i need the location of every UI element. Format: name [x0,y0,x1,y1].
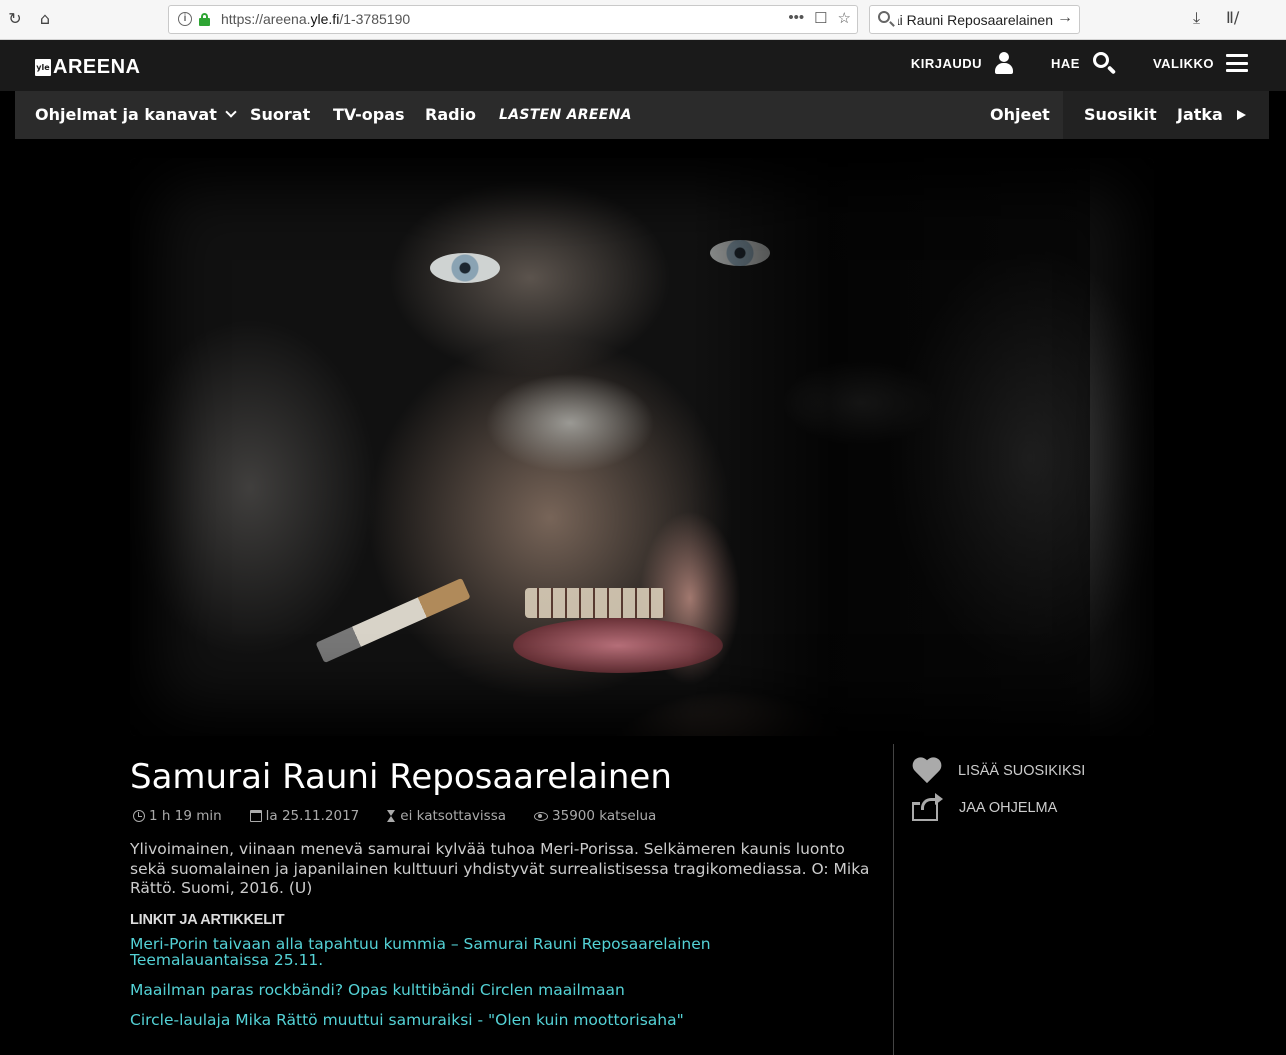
program-meta: 1 h 19 min la 25.11.2017 ei katsottaviss… [133,808,656,824]
browser-toolbar: ↻ ⌂ i https://areena.yle.fi/1-3785190 ••… [0,0,1286,40]
chevron-down-icon [225,106,237,118]
nav-radio[interactable]: Radio [425,91,476,139]
program-description: Ylivoimainen, viinaan menevä samurai kyl… [130,840,870,897]
more-icon[interactable]: ••• [788,9,804,27]
broadcast-date: la 25.11.2017 [265,808,360,824]
program-hero-image [130,158,1154,736]
share-label: JAA OHJELMA [959,800,1058,816]
share-button[interactable]: JAA OHJELMA [911,793,1058,822]
search-query[interactable]: Samurai Rauni Reposaarelainen [898,12,1053,28]
go-arrow-icon[interactable]: → [1057,9,1073,27]
user-icon [994,51,1014,75]
teeth-shape [525,588,665,618]
view-count: 35900 katselua [552,808,657,824]
search-icon [878,11,890,23]
nav-right-group: Suosikit Jatka [1063,91,1269,139]
calendar-icon [249,810,262,822]
nav-live[interactable]: Suorat [250,91,310,139]
clock-icon [133,810,145,822]
library-icon[interactable]: Ⅱ∕ [1226,8,1239,27]
download-icon[interactable]: ⤓ [1193,8,1200,28]
url-text: https://areena.yle.fi/1-3785190 [221,11,411,27]
share-icon [911,793,943,822]
availability: ei katsottavissa [400,808,507,824]
nav-favorites[interactable]: Suosikit [1084,91,1157,139]
duration: 1 h 19 min [149,808,222,824]
article-link[interactable]: Circle-laulaja Mika Rättö muuttui samura… [130,1012,850,1028]
article-link[interactable]: Maailman paras rockbändi? Opas kulttibän… [130,982,850,998]
hamburger-icon [1226,54,1248,72]
left-eye-shape [430,253,500,283]
lip-shape [513,618,723,673]
areena-logo[interactable]: yle AREENA [35,56,140,79]
add-favorite-button[interactable]: LISÄÄ SUOSIKIKSI [912,758,1085,784]
play-arrow-icon [1236,110,1246,120]
search-icon [1092,51,1117,75]
logo-text: AREENA [53,56,141,78]
program-title: Samurai Rauni Reposaarelainen [130,757,672,797]
hourglass-icon [387,810,396,822]
nav-programs-and-channels[interactable]: Ohjelmat ja kanavat [35,91,237,139]
add-favorite-label: LISÄÄ SUOSIKIKSI [958,763,1086,779]
menu-label: VALIKKO [1152,55,1214,71]
links-heading: LINKIT JA ARTIKKELIT [130,912,285,928]
cigar-shape [315,577,471,664]
search-button[interactable]: HAE [1051,51,1117,75]
login-label: KIRJAUDU [910,55,982,71]
bookmark-star-icon[interactable]: ☆ [838,9,851,27]
areena-header: yle AREENA KIRJAUDU HAE VALIKKO [0,40,1286,91]
search-label: HAE [1051,55,1080,71]
shadow-overlay [690,158,1090,736]
article-link[interactable]: Meri-Porin taivaan alla tapahtuu kummia … [130,936,850,968]
nav-help[interactable]: Ohjeet [990,91,1050,139]
browser-search-bar[interactable]: Samurai Rauni Reposaarelainen → [869,5,1080,34]
nav-tv-guide[interactable]: TV-opas [333,91,405,139]
address-bar[interactable]: i https://areena.yle.fi/1-3785190 ••• ☐ … [168,5,858,34]
column-divider [893,744,894,1055]
pocket-icon[interactable]: ☐ [814,9,827,27]
login-button[interactable]: KIRJAUDU [911,51,1014,75]
home-icon[interactable]: ⌂ [34,8,56,30]
info-icon[interactable]: i [178,12,192,26]
right-eye-shape [710,240,770,266]
menu-button[interactable]: VALIKKO [1153,54,1248,72]
sub-navigation: Ohjelmat ja kanavat Suorat TV-opas Radio… [15,91,1269,139]
heart-icon [912,758,942,784]
reload-icon[interactable]: ↻ [4,8,26,30]
yle-badge: yle [35,59,51,76]
nav-kids-areena[interactable]: LASTEN AREENA [499,91,632,139]
nav-continue[interactable]: Jatka [1177,91,1246,139]
lock-icon[interactable] [199,13,210,26]
views-eye-icon [534,811,549,821]
